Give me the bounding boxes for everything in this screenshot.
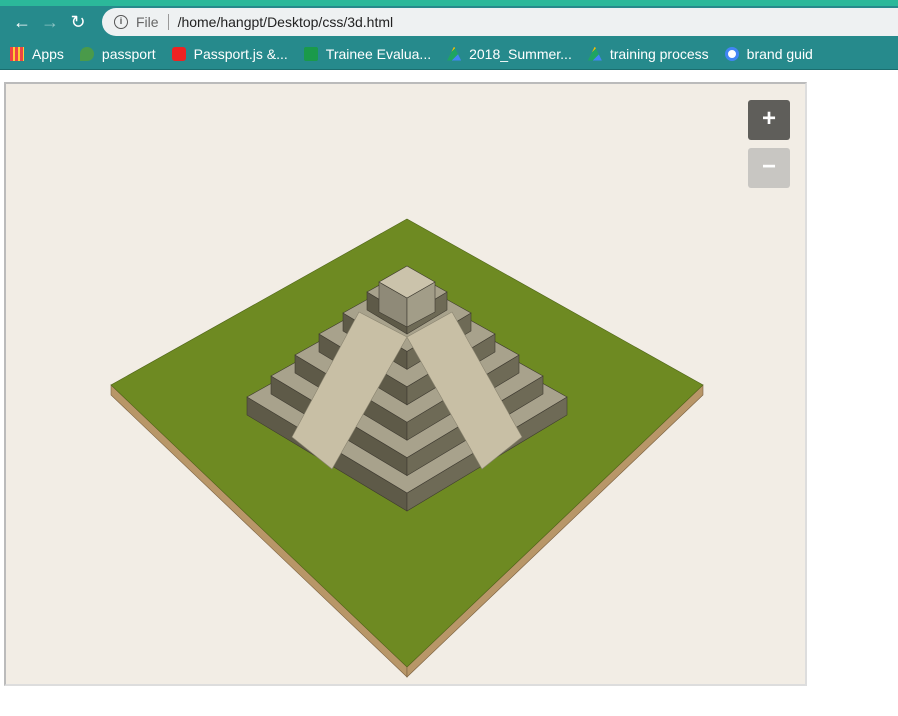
youtube-icon	[171, 46, 186, 61]
divider	[167, 14, 169, 30]
bookmarks-bar: Apps passport Passport.js &... Trainee Eval…	[0, 38, 898, 70]
url-scheme-label: File	[136, 14, 159, 30]
back-icon[interactable]: ←	[8, 12, 36, 33]
apps-grid-icon	[10, 46, 24, 61]
drive-icon	[587, 46, 602, 61]
bookmark-item[interactable]: Passport.js &...	[171, 45, 288, 62]
3d-viewport[interactable]: + −	[4, 82, 807, 686]
bookmark-item[interactable]: Apps	[10, 46, 64, 62]
bookmark-label: 2018_Summer...	[469, 45, 572, 62]
bookmark-label: brand guid	[746, 45, 813, 62]
bookmark-label: passport	[101, 45, 156, 62]
bookmark-item[interactable]: brand guid	[724, 45, 813, 62]
pyramid-scene	[110, 218, 704, 678]
zoom-in-button[interactable]: +	[748, 100, 790, 140]
url-text[interactable]: /home/hangpt/Desktop/css/3d.html	[178, 14, 394, 30]
address-bar[interactable]: i File /home/hangpt/Desktop/css/3d.html	[102, 8, 898, 36]
forward-icon[interactable]: →	[36, 12, 64, 33]
bookmark-label: Passport.js &...	[193, 45, 288, 62]
browser-toolbar: ← → ↻ i File /home/hangpt/Desktop/css/3d…	[0, 6, 898, 38]
bookmark-item[interactable]: passport	[79, 45, 156, 62]
bookmark-label: training process	[609, 45, 709, 62]
info-icon[interactable]: i	[114, 15, 128, 29]
sheets-icon	[303, 46, 318, 61]
bookmark-item[interactable]: training process	[587, 45, 709, 62]
bookmark-label: Trainee Evalua...	[325, 45, 432, 62]
zoom-out-button[interactable]: −	[748, 148, 790, 188]
bookmark-item[interactable]: 2018_Summer...	[447, 46, 572, 62]
leaf-icon	[79, 46, 94, 61]
reload-icon[interactable]: ↻	[64, 12, 92, 33]
bookmark-label: Apps	[32, 45, 64, 62]
bookmark-item[interactable]: Trainee Evalua...	[303, 45, 432, 62]
google-icon	[724, 46, 739, 61]
drive-icon	[447, 46, 462, 61]
